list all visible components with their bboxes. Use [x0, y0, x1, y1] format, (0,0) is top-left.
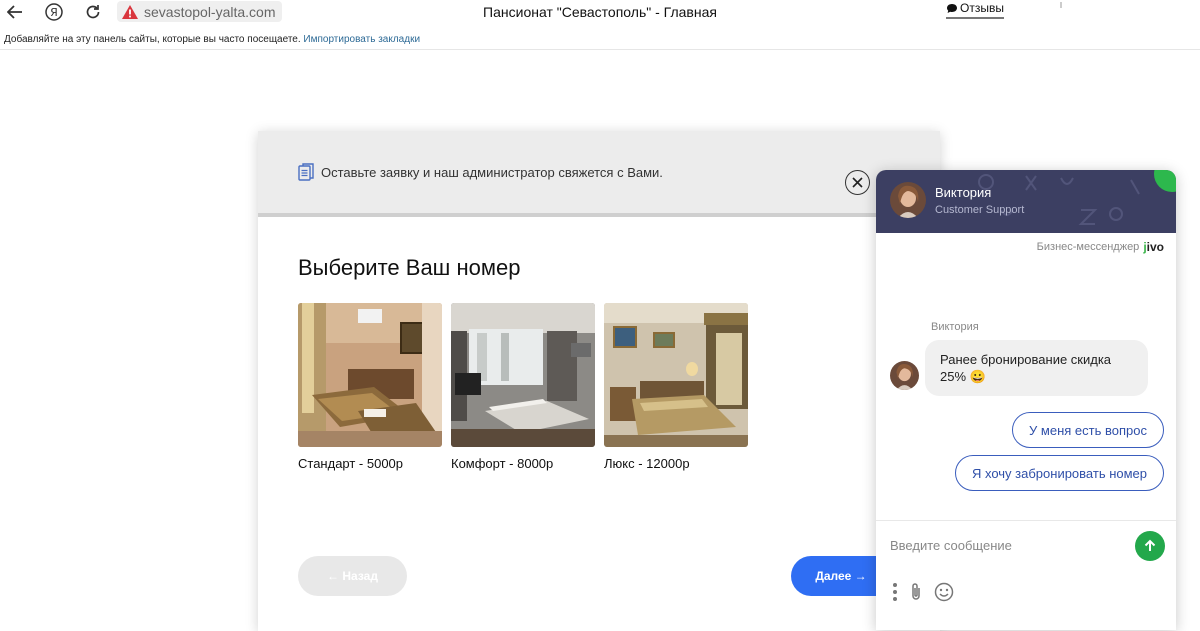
- message-input[interactable]: Введите сообщение: [890, 538, 1130, 553]
- message-avatar: [890, 361, 919, 390]
- send-button[interactable]: [1135, 531, 1165, 561]
- agent-avatar[interactable]: [890, 182, 926, 218]
- brand-text: Бизнес-мессенджер: [1036, 241, 1140, 253]
- back-arrow-icon[interactable]: [5, 2, 25, 22]
- chat-input-area: Введите сообщение: [876, 520, 1176, 630]
- toolbar-divider: [1060, 2, 1062, 8]
- back-button[interactable]: ← Назад: [298, 556, 407, 596]
- agent-name: Виктория: [935, 185, 992, 200]
- document-icon: [298, 163, 314, 181]
- more-options-icon[interactable]: [892, 582, 898, 602]
- quick-reply-question[interactable]: У меня есть вопрос: [1012, 412, 1164, 448]
- yandex-icon[interactable]: Я: [44, 2, 64, 22]
- room-photo-comfort[interactable]: [451, 303, 595, 447]
- room-selection-heading: Выберите Ваш номер: [298, 255, 521, 280]
- speech-bubble-icon: [947, 3, 957, 13]
- room-card-standard[interactable]: Стандарт - 5000р: [298, 303, 442, 471]
- room-photo-lux[interactable]: [604, 303, 748, 447]
- message-bubble: Ранее бронирование скидка 25% 😀: [925, 340, 1148, 396]
- room-label-standard: Стандарт - 5000р: [298, 456, 404, 471]
- reviews-label: Отзывы: [960, 1, 1004, 15]
- room-card-comfort[interactable]: Комфорт - 8000р: [451, 303, 595, 471]
- jivo-logo: jivo: [1143, 240, 1164, 254]
- attachment-icon[interactable]: [909, 582, 923, 602]
- agent-role: Customer Support: [935, 204, 1025, 216]
- close-icon: [852, 177, 863, 188]
- import-bookmarks-link[interactable]: Импортировать закладки: [303, 34, 420, 45]
- notice-text: Оставьте заявку и наш администратор свяж…: [321, 164, 663, 180]
- quick-reply-book-room[interactable]: Я хочу забронировать номер: [955, 455, 1164, 491]
- room-card-lux[interactable]: Люкс - 12000р: [604, 303, 748, 471]
- chat-widget: Виктория Customer Support Бизнес-мессенд…: [876, 170, 1176, 630]
- room-label-comfort: Комфорт - 8000р: [451, 456, 554, 471]
- booking-modal: Оставьте заявку и наш администратор свяж…: [258, 131, 940, 631]
- jivo-branding[interactable]: Бизнес-мессенджер jivo: [1037, 240, 1164, 254]
- close-button[interactable]: [845, 170, 870, 195]
- notice: Оставьте заявку и наш администратор свяж…: [298, 163, 663, 181]
- emoji-icon[interactable]: [934, 582, 954, 602]
- room-photo-standard[interactable]: [298, 303, 442, 447]
- warning-icon: [122, 4, 138, 19]
- browser-toolbar: Я sevastopol-yalta.com Пансионат "Севаст…: [0, 0, 1200, 24]
- modal-header: Оставьте заявку и наш администратор свяж…: [258, 131, 940, 217]
- bookmarks-hint: Добавляйте на эту панель сайты, которые …: [4, 34, 301, 45]
- reload-icon[interactable]: [83, 2, 103, 22]
- arrow-up-icon: [1144, 539, 1156, 551]
- reviews-button[interactable]: Отзывы: [946, 0, 1004, 19]
- address-text: sevastopol-yalta.com: [144, 3, 276, 20]
- bookmarks-bar: Добавляйте на эту панель сайты, которые …: [0, 30, 1200, 50]
- message-sender: Виктория: [931, 321, 979, 333]
- chat-header: Виктория Customer Support: [876, 170, 1176, 233]
- svg-text:Я: Я: [50, 6, 58, 19]
- address-bar[interactable]: sevastopol-yalta.com: [117, 1, 282, 22]
- room-label-lux: Люкс - 12000р: [604, 456, 690, 471]
